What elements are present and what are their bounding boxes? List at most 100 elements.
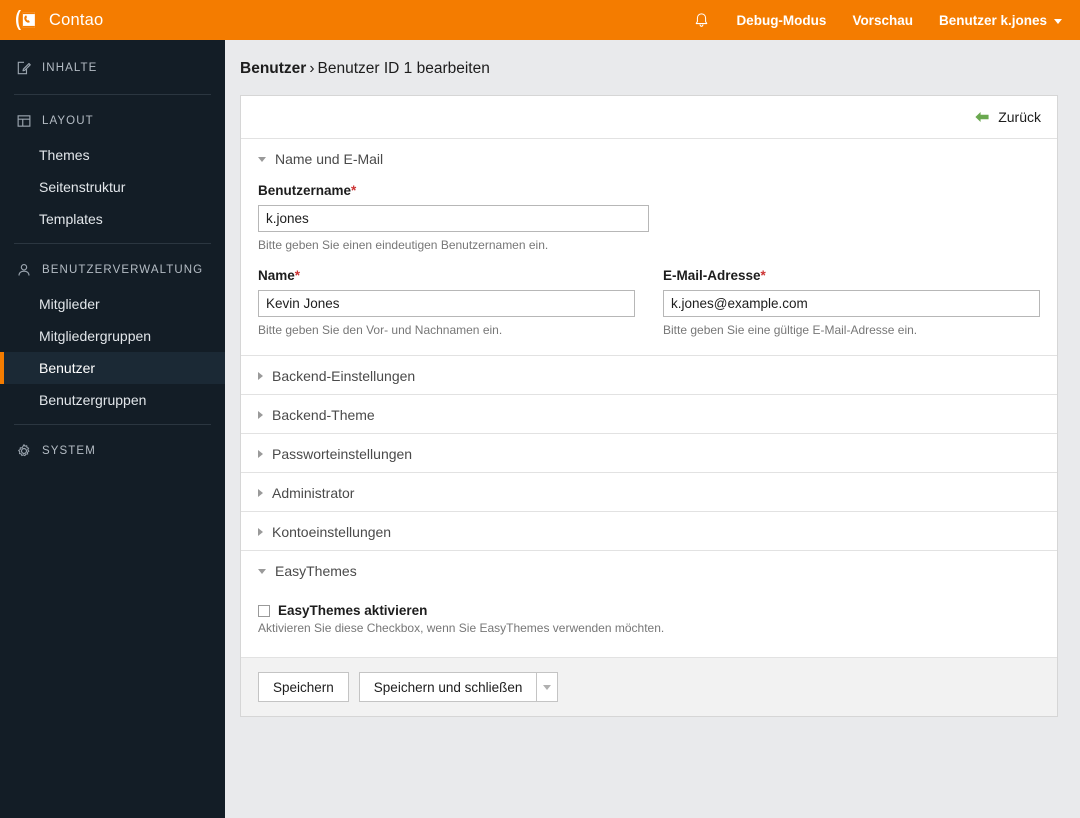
fieldset-backend-theme: Backend-Theme — [241, 395, 1057, 434]
username-input[interactable] — [258, 205, 649, 232]
breadcrumb-separator: › — [309, 60, 315, 77]
sidebar-item-benutzergruppen[interactable]: Benutzergruppen — [0, 384, 225, 416]
preview-label: Vorschau — [852, 12, 913, 28]
email-input[interactable] — [663, 290, 1040, 317]
sidebar-section-inhalte[interactable]: INHALTE — [0, 50, 225, 86]
breadcrumb-root[interactable]: Benutzer — [240, 60, 306, 77]
name-input[interactable] — [258, 290, 635, 317]
brand-name: Contao — [49, 10, 104, 29]
fieldset-legend-administrator[interactable]: Administrator — [241, 473, 1057, 511]
triangle-down-icon — [258, 568, 266, 574]
sidebar-divider — [14, 94, 211, 95]
field-name: Name* Bitte geben Sie den Vor- und Nachn… — [258, 268, 635, 337]
breadcrumb: Benutzer › Benutzer ID 1 bearbeiten — [225, 40, 1080, 78]
fieldset-legend-backend-theme[interactable]: Backend-Theme — [241, 395, 1057, 433]
user-menu-link[interactable]: Benutzer k.jones — [939, 13, 1062, 28]
triangle-right-icon — [258, 489, 263, 497]
arrow-left-icon — [975, 112, 989, 122]
easythemes-checkbox-row[interactable]: EasyThemes aktivieren — [258, 603, 1040, 618]
fieldset-kontoeinstellungen: Kontoeinstellungen — [241, 512, 1057, 551]
sidebar-item-templates[interactable]: Templates — [0, 203, 225, 235]
fieldset-body: EasyThemes aktivieren Aktivieren Sie die… — [241, 589, 1057, 657]
name-label: Name* — [258, 268, 635, 283]
sidebar-section-label: BENUTZERVERWALTUNG — [42, 264, 204, 276]
name-hint: Bitte geben Sie den Vor- und Nachnamen e… — [258, 323, 503, 337]
name-label-text: Name — [258, 268, 295, 283]
fieldset-legend-label: Kontoeinstellungen — [272, 524, 392, 540]
save-button[interactable]: Speichern — [258, 672, 349, 702]
caret-down-icon — [543, 684, 552, 690]
fieldset-easythemes: EasyThemes EasyThemes aktivieren Aktivie… — [241, 551, 1057, 658]
sidebar-item-benutzer[interactable]: Benutzer — [0, 352, 225, 384]
contao-logo-icon — [16, 10, 35, 30]
fieldset-legend-passworteinstellungen[interactable]: Passworteinstellungen — [241, 434, 1057, 472]
notifications-button[interactable] — [693, 12, 710, 29]
chevron-down-icon — [1054, 18, 1062, 24]
required-marker: * — [351, 183, 357, 198]
sidebar-section-benutzerverwaltung[interactable]: BENUTZERVERWALTUNG — [0, 252, 225, 288]
user-icon — [18, 264, 30, 276]
email-label: E-Mail-Adresse* — [663, 268, 1040, 283]
main-content: Benutzer › Benutzer ID 1 bearbeiten Zurück… — [225, 40, 1080, 818]
required-marker: * — [294, 268, 301, 283]
edit-form-panel: Zurück Name und E-Mail Benutzername* Bit… — [240, 95, 1058, 717]
triangle-down-icon — [258, 156, 266, 162]
fieldset-body: Benutzername* Bitte geben Sie einen eind… — [241, 177, 1057, 355]
fieldset-administrator: Administrator — [241, 473, 1057, 512]
fieldset-legend-backend-einstellungen[interactable]: Backend-Einstellungen — [241, 356, 1057, 394]
name-email-row: Name* Bitte geben Sie den Vor- und Nachn… — [258, 268, 1040, 337]
sidebar-item-mitglieder[interactable]: Mitglieder — [0, 288, 225, 320]
username-label: Benutzername* — [258, 183, 649, 198]
easythemes-checkbox[interactable] — [258, 604, 270, 617]
sidebar-divider — [14, 424, 211, 425]
sidebar-item-mitgliedergruppen[interactable]: Mitgliedergruppen — [0, 320, 225, 352]
gear-icon — [18, 444, 30, 457]
fieldset-legend-label: EasyThemes — [275, 563, 357, 579]
username-label-text: Benutzername — [258, 183, 352, 198]
fieldset-legend-label: Name und E-Mail — [275, 151, 384, 167]
sidebar-section-layout[interactable]: LAYOUT — [0, 103, 225, 139]
edit-icon — [17, 61, 31, 75]
fieldset-legend-label: Backend-Theme — [272, 407, 375, 423]
triangle-right-icon — [258, 450, 263, 458]
field-email: E-Mail-Adresse* Bitte geben Sie eine gül… — [663, 268, 1040, 337]
panel-toolbar: Zurück — [241, 96, 1057, 139]
fieldset-legend-name-und-email[interactable]: Name und E-Mail — [241, 139, 1057, 177]
debug-mode-label: Debug-Modus — [736, 12, 827, 28]
field-username: Benutzername* Bitte geben Sie einen eind… — [258, 183, 649, 252]
triangle-right-icon — [258, 372, 263, 380]
fieldset-name-und-email: Name und E-Mail Benutzername* Bitte gebe… — [241, 139, 1057, 356]
user-menu-label: Benutzer k.jones — [938, 12, 1047, 28]
save-and-close-button[interactable]: Speichern und schließen — [358, 672, 537, 702]
debug-mode-link[interactable]: Debug-Modus — [736, 13, 826, 28]
layout-icon — [17, 115, 31, 127]
contao-backend: Contao Debug-Modus Vorschau Benutzer k.j… — [0, 0, 1080, 818]
email-hint: Bitte geben Sie eine gültige E-Mail-Adre… — [663, 323, 918, 337]
top-bar: Contao Debug-Modus Vorschau Benutzer k.j… — [0, 0, 1080, 40]
sidebar: INHALTE LAYOUT Themes Seitenstruktur Tem… — [0, 40, 225, 818]
sidebar-section-label: LAYOUT — [42, 115, 94, 127]
required-marker: * — [760, 268, 766, 283]
save-options-dropdown-button[interactable] — [536, 672, 559, 702]
sidebar-section-system[interactable]: SYSTEM — [0, 433, 225, 469]
preview-link[interactable]: Vorschau — [852, 13, 913, 28]
brand[interactable]: Contao — [14, 8, 103, 32]
username-hint: Bitte geben Sie einen eindeutigen Benutz… — [258, 238, 549, 252]
bell-icon — [696, 12, 708, 27]
fieldset-legend-kontoeinstellungen[interactable]: Kontoeinstellungen — [241, 512, 1057, 550]
fieldset-legend-label: Administrator — [272, 485, 355, 501]
submit-bar: Speichern Speichern und schließen — [241, 658, 1057, 716]
sidebar-item-themes[interactable]: Themes — [0, 139, 225, 171]
fieldset-legend-label: Passworteinstellungen — [272, 446, 413, 462]
fieldset-backend-einstellungen: Backend-Einstellungen — [241, 356, 1057, 395]
fieldset-legend-easythemes[interactable]: EasyThemes — [241, 551, 1057, 589]
easythemes-checkbox-label: EasyThemes aktivieren — [278, 603, 428, 618]
sidebar-divider — [14, 243, 211, 244]
back-button[interactable]: Zurück — [974, 109, 1041, 125]
sidebar-item-seitenstruktur[interactable]: Seitenstruktur — [0, 171, 225, 203]
back-label: Zurück — [998, 109, 1041, 125]
breadcrumb-current: Benutzer ID 1 bearbeiten — [317, 60, 490, 77]
triangle-right-icon — [258, 411, 263, 419]
top-navigation: Debug-Modus Vorschau Benutzer k.jones — [693, 12, 1062, 29]
email-label-text: E-Mail-Adresse — [663, 268, 761, 283]
